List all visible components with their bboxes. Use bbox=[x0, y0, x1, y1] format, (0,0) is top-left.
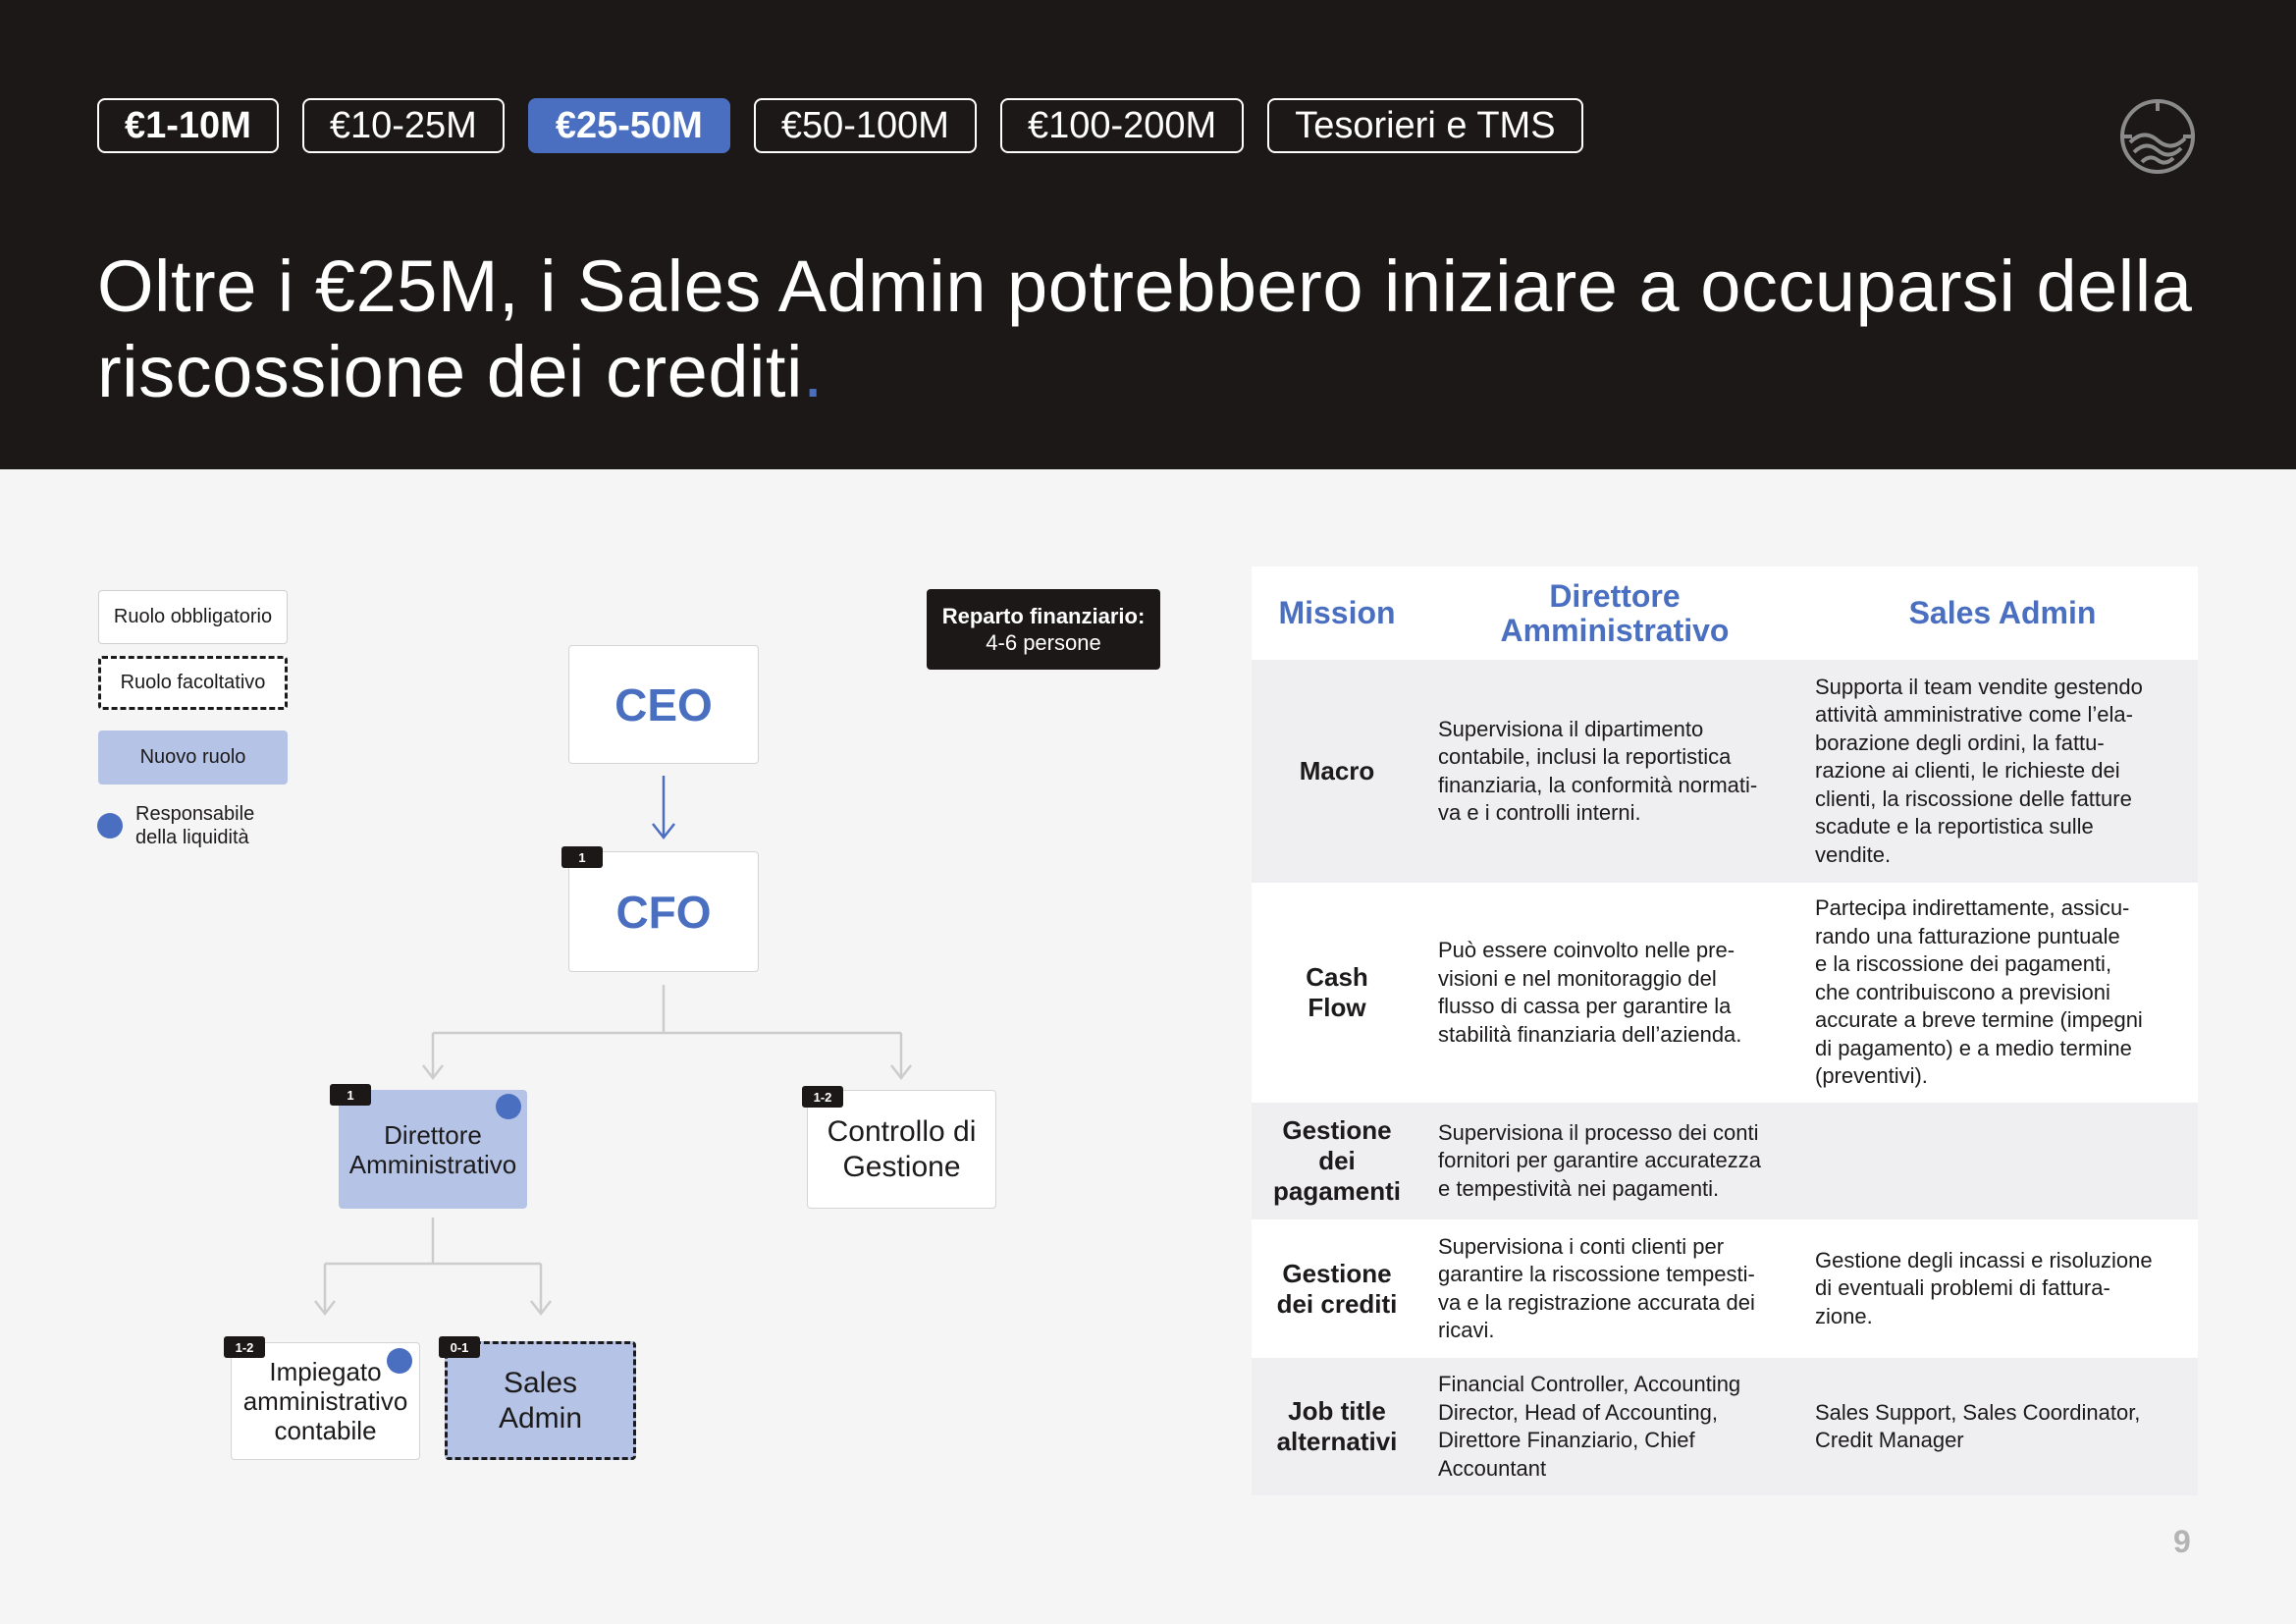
impiegato-count-badge: 1-2 bbox=[224, 1336, 265, 1358]
tab-1-10m[interactable]: €1-10M bbox=[97, 98, 279, 153]
row-label-gestione-pagamenti: Gestione dei pagamenti bbox=[1272, 1115, 1402, 1206]
department-count: 4-6 persone bbox=[986, 630, 1101, 655]
legend-mandatory-role: Ruolo obbligatorio bbox=[98, 590, 288, 644]
header-sales-admin: Sales Admin bbox=[1908, 595, 2097, 630]
impiegato-line1: Impiegato bbox=[269, 1357, 382, 1386]
tab-tesorieri-tms[interactable]: Tesorieri e TMS bbox=[1267, 98, 1583, 153]
row-cash-flow-direttore: Può essere coinvolto nelle pre- visioni … bbox=[1438, 938, 1742, 1047]
sales-admin-line1: Sales bbox=[503, 1366, 578, 1399]
page-title: Oltre i €25M, i Sales Admin potrebbero i… bbox=[97, 244, 2208, 414]
sales-admin-count-badge: 0-1 bbox=[439, 1336, 480, 1358]
controllo-count-badge: 1-2 bbox=[802, 1086, 843, 1108]
impiegato-liquidity-dot-icon bbox=[387, 1348, 412, 1374]
ceo-node: CEO bbox=[568, 645, 759, 764]
cfo-node: CFO bbox=[568, 851, 759, 972]
sales-admin-line2: Admin bbox=[498, 1401, 583, 1435]
row-crediti-direttore: Supervisiona i conti clienti per garanti… bbox=[1438, 1233, 1755, 1343]
header: €1-10M €10-25M €25-50M €50-100M €100-200… bbox=[0, 0, 2296, 469]
tab-25-50m[interactable]: €25-50M bbox=[527, 98, 730, 153]
department-label: Reparto finanziario: bbox=[941, 604, 1146, 628]
header-direttore-line1: Direttore bbox=[1549, 577, 1681, 614]
legend-new-role: Nuovo ruolo bbox=[98, 731, 288, 785]
controllo-line1: Controllo di bbox=[827, 1114, 977, 1148]
tab-10-25m[interactable]: €10-25M bbox=[301, 98, 505, 153]
table-row: Cash Flow Può essere coinvolto nelle pre… bbox=[1252, 883, 2198, 1103]
controllo-line2: Gestione bbox=[842, 1150, 961, 1183]
impiegato-line2: amministrativo bbox=[242, 1386, 408, 1416]
direttore-line2: Amministrativo bbox=[348, 1149, 517, 1179]
row-pagamenti-sales-admin bbox=[1815, 1103, 2188, 1219]
wave-circle-logo-icon bbox=[2120, 99, 2195, 174]
table-row: Gestione dei pagamenti Supervisiona il p… bbox=[1252, 1103, 2198, 1219]
impiegato-label: Impiegato amministrativo contabile bbox=[243, 1357, 408, 1445]
impiegato-line3: contabile bbox=[274, 1416, 377, 1445]
controllo-label: Controllo di Gestione bbox=[828, 1114, 977, 1185]
legend-optional-role: Ruolo facoltativo bbox=[98, 656, 288, 710]
direttore-line1: Direttore bbox=[384, 1119, 482, 1150]
controllo-gestione-node: Controllo di Gestione bbox=[807, 1090, 996, 1209]
sales-admin-label: Sales Admin bbox=[499, 1366, 582, 1436]
row-label-job-title: Job title alternativi bbox=[1276, 1396, 1398, 1456]
cfo-count-badge: 1 bbox=[561, 846, 603, 868]
direttore-count-badge: 1 bbox=[330, 1084, 371, 1106]
row-macro-sales-admin: Supporta il team vendite gestendo attivi… bbox=[1815, 674, 2143, 867]
role-mission-table: Mission Direttore Amministrativo Sales A… bbox=[1252, 567, 2198, 1495]
row-label-cash-flow: Cash Flow bbox=[1306, 962, 1368, 1022]
title-text: Oltre i €25M, i Sales Admin potrebbero i… bbox=[97, 245, 2193, 412]
legend-liquidity-label: Responsabile della liquidità bbox=[135, 802, 254, 849]
direttore-liquidity-dot-icon bbox=[496, 1094, 521, 1119]
revenue-tabs: €1-10M €10-25M €25-50M €50-100M €100-200… bbox=[97, 98, 1583, 153]
title-dot: . bbox=[802, 331, 824, 412]
table-header: Mission Direttore Amministrativo Sales A… bbox=[1252, 567, 2198, 660]
row-cash-flow-sales-admin: Partecipa indirettamente, assicu- rando … bbox=[1815, 895, 2143, 1089]
tab-100-200m[interactable]: €100-200M bbox=[999, 98, 1245, 153]
legend-liquidity-line1: Responsabile bbox=[135, 803, 255, 825]
row-job-title-direttore: Financial Controller, Accounting Directo… bbox=[1438, 1372, 1741, 1481]
row-crediti-sales-admin: Gestione degli incassi e risoluzione di … bbox=[1815, 1247, 2153, 1328]
table-row: Macro Supervisiona il dipartimento conta… bbox=[1252, 660, 2198, 883]
table-row: Job title alternativi Financial Controll… bbox=[1252, 1358, 2198, 1495]
liquidity-dot-icon bbox=[97, 813, 123, 839]
row-label-macro: Macro bbox=[1299, 756, 1375, 785]
row-pagamenti-direttore: Supervisiona il processo dei conti forni… bbox=[1438, 1119, 1761, 1201]
row-job-title-sales-admin: Sales Support, Sales Coordinator, Credit… bbox=[1815, 1399, 2141, 1453]
table-row: Gestione dei crediti Supervisiona i cont… bbox=[1252, 1219, 2198, 1358]
row-macro-direttore: Supervisiona il dipartimento contabile, … bbox=[1438, 716, 1758, 826]
row-label-gestione-crediti: Gestione dei crediti bbox=[1276, 1258, 1398, 1319]
direttore-label: Direttore Amministrativo bbox=[349, 1120, 516, 1179]
page-number: 9 bbox=[2173, 1524, 2191, 1559]
sales-admin-node: Sales Admin bbox=[445, 1341, 636, 1460]
header-direttore-line2: Amministrativo bbox=[1500, 612, 1730, 648]
header-mission: Mission bbox=[1278, 595, 1396, 630]
department-badge: Reparto finanziario: 4-6 persone bbox=[927, 589, 1160, 670]
legend-liquidity-line2: della liquidità bbox=[135, 827, 249, 848]
header-direttore: Direttore Amministrativo bbox=[1422, 567, 1807, 660]
tab-50-100m[interactable]: €50-100M bbox=[753, 98, 977, 153]
